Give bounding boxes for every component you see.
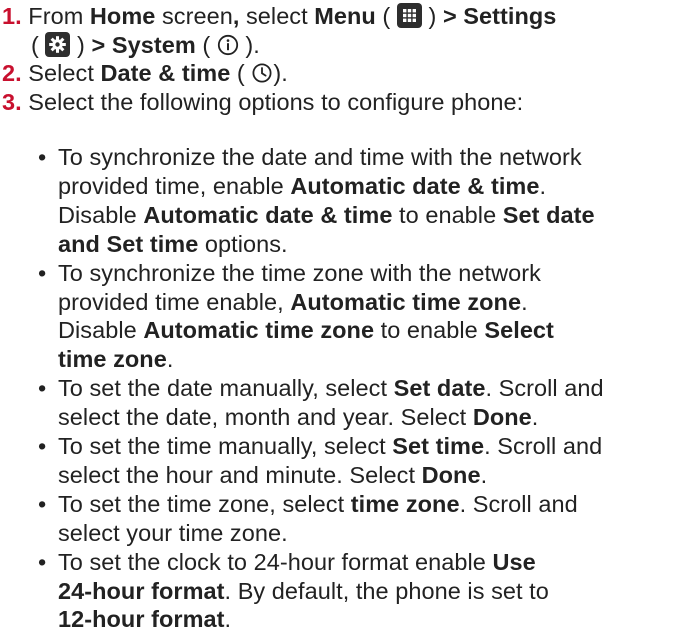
step-number: 1. <box>2 3 22 29</box>
text-segment: . <box>531 404 539 431</box>
text: ) <box>421 3 443 29</box>
text-segment: Disable <box>58 317 144 344</box>
text-segment: select the date, month and year. Select <box>58 404 473 431</box>
text-segment: Disable <box>58 201 144 228</box>
bullet-5-line-1: To set the time zone, select time zone. … <box>58 490 578 518</box>
text: ( <box>375 3 397 29</box>
text: ). <box>238 32 260 58</box>
text-segment: Automatic time zone <box>143 317 375 344</box>
text-segment: and <box>58 230 107 257</box>
bullet-2-line-3: Disable Automatic time zone to enable Se… <box>58 316 554 344</box>
text-segment: Automatic date & time <box>143 201 393 228</box>
text-segment: . <box>539 172 547 199</box>
text-segment: Use <box>492 548 536 575</box>
text-segment: Set time <box>392 433 485 459</box>
text: Select <box>28 60 101 86</box>
text-segment: options. <box>198 230 288 257</box>
text-segment: 24-hour format <box>58 577 225 604</box>
bullet-1-line-1: To synchronize the date and time with th… <box>58 143 582 171</box>
text-segment: To set the time manually, select <box>58 433 393 459</box>
step-1-line-2: ( ) > System ( ). <box>31 31 260 59</box>
text-segment: . <box>166 346 174 373</box>
text: ) <box>70 32 92 58</box>
text-segment: provided time enable, <box>58 288 291 315</box>
bullet-1-line-3: Disable Automatic date & time to enable … <box>58 201 595 229</box>
text-segment: provided time, enable <box>58 172 291 199</box>
bullet-dot: • <box>38 548 47 575</box>
text: ( <box>195 32 217 58</box>
text-segment: Set time <box>106 230 199 257</box>
text-segment: 12-hour format <box>58 606 225 633</box>
step-2: 2. Select Date & time ( ). <box>2 59 288 87</box>
text: select <box>239 3 315 29</box>
text-segment: . <box>521 288 528 315</box>
bullet-3-line-2: select the date, month and year. Select … <box>58 403 538 431</box>
text-segment: To set the clock to 24-hour format enabl… <box>58 548 493 575</box>
step-3: 3. Select the following options to confi… <box>2 88 523 116</box>
text: ). <box>273 60 288 86</box>
menu-label: Menu <box>314 3 376 29</box>
text-segment: . Scroll and <box>459 490 578 517</box>
step-1-line-1: 1. From Home screen, select Menu ( ) > S… <box>2 2 556 30</box>
text: Select the following options to configur… <box>28 89 524 115</box>
text-segment: select the hour and minute. Select <box>58 461 422 488</box>
text-segment: To synchronize the date and time with th… <box>58 144 582 170</box>
text: ( <box>230 60 252 86</box>
bullet-4-line-1: To set the time manually, select Set tim… <box>58 432 602 460</box>
bullet-2-line-2: provided time enable, Automatic time zon… <box>58 288 528 316</box>
step-number: 3. <box>2 89 22 115</box>
text-segment: To synchronize the time zone with the ne… <box>58 259 541 286</box>
text: ( <box>31 32 46 58</box>
bullet-1-line-4: and Set time options. <box>58 230 288 258</box>
bullet-1-line-2: provided time, enable Automatic date & t… <box>58 172 546 200</box>
grid-icon <box>396 3 422 28</box>
bullet-2-line-1: To synchronize the time zone with the ne… <box>58 259 541 287</box>
text: screen <box>155 3 233 29</box>
bullet-dot: • <box>38 144 47 170</box>
text-segment: Done <box>421 461 481 488</box>
text-segment: time zone <box>58 346 167 373</box>
text-segment: Automatic time zone <box>290 288 522 315</box>
bullet-dot: • <box>38 375 47 402</box>
bullet-dot: • <box>38 490 47 517</box>
bullet-dot: • <box>38 433 47 459</box>
text-segment: To set the time zone, select <box>58 490 351 517</box>
text-segment: Set date <box>393 375 486 402</box>
text-segment: . <box>224 606 232 633</box>
bullet-4-line-2: select the hour and minute. Select Done. <box>58 461 487 489</box>
step-number: 2. <box>2 60 22 86</box>
text-segment: . <box>480 461 488 488</box>
date-time-label: Date & time <box>100 60 231 86</box>
bullet-6-line-3: 12-hour format. <box>58 605 231 633</box>
system-label: > System <box>91 32 196 58</box>
text-segment: Set date <box>502 201 595 228</box>
text: From <box>28 3 90 29</box>
text-segment: to enable <box>392 201 503 228</box>
bullet-3-line-1: To set the date manually, select Set dat… <box>58 374 604 402</box>
text-segment: to enable <box>374 317 485 344</box>
bullet-5-line-2: select your time zone. <box>58 519 288 547</box>
home-label: Home <box>89 3 156 29</box>
clock-icon <box>251 62 273 84</box>
text-segment: Automatic date & time <box>290 172 540 199</box>
instructions-document: 1. From Home screen, select Menu ( ) > S… <box>0 0 680 632</box>
text-segment: . Scroll and <box>485 375 604 402</box>
text-segment: . Scroll and <box>484 433 603 459</box>
text-segment: . By default, the phone is set to <box>224 577 549 604</box>
settings-label: > Settings <box>442 3 557 29</box>
text-segment: Select <box>484 317 554 344</box>
text-segment: To set the date manually, select <box>58 375 394 402</box>
bullet-2-line-4: time zone. <box>58 345 173 373</box>
gear-icon <box>45 32 71 57</box>
info-icon <box>217 34 239 56</box>
text-segment: time zone <box>350 490 460 517</box>
bullet-6-line-2: 24-hour format. By default, the phone is… <box>58 577 549 605</box>
bullet-6-line-1: To set the clock to 24-hour format enabl… <box>58 548 536 576</box>
text-segment: Done <box>472 404 532 431</box>
text-segment: select your time zone. <box>58 519 288 546</box>
bullet-dot: • <box>38 259 47 286</box>
